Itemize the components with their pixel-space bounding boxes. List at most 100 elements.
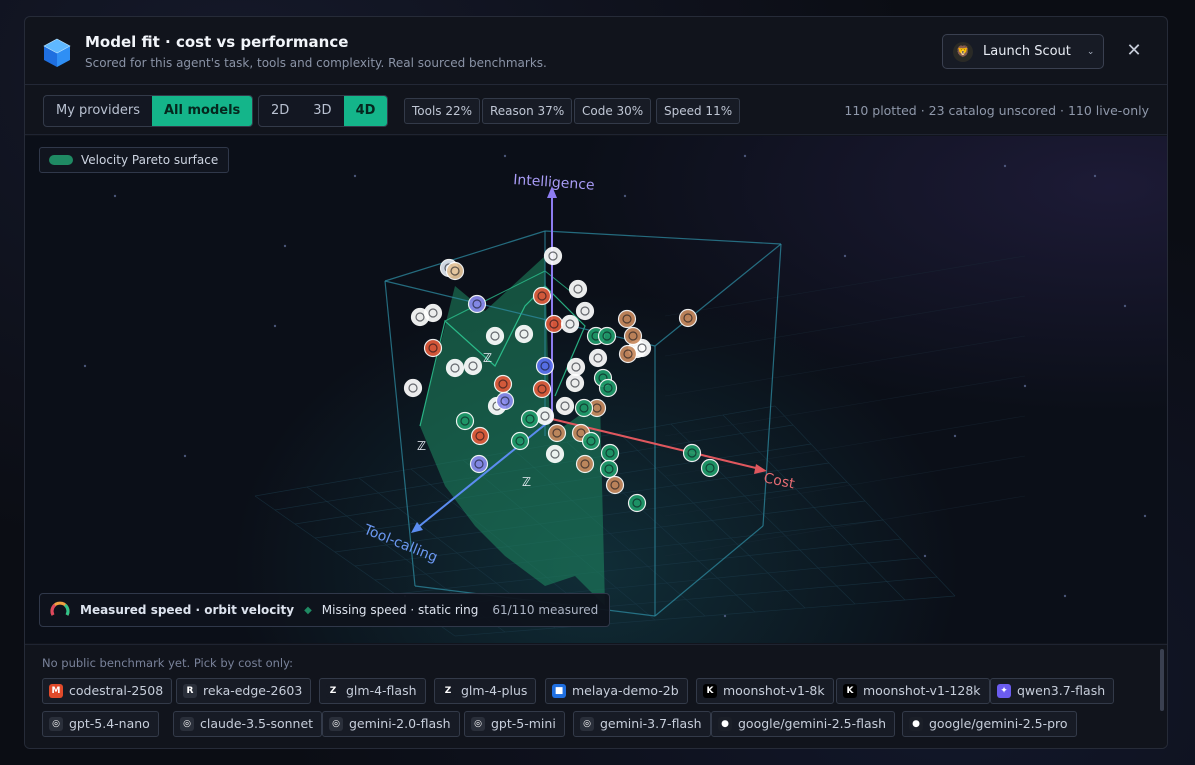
model-marker[interactable] <box>544 314 564 334</box>
model-marker[interactable] <box>623 326 643 346</box>
model-marker[interactable] <box>678 308 698 328</box>
model-marker[interactable] <box>403 378 423 398</box>
unscored-model-pill[interactable]: Zglm-4-flash <box>319 678 426 704</box>
model-marker[interactable] <box>485 326 505 346</box>
model-marker[interactable] <box>598 378 618 398</box>
provider-scope-toggle: My providers All models <box>43 95 254 127</box>
model-marker[interactable] <box>574 398 594 418</box>
model-marker[interactable] <box>565 373 585 393</box>
tab-all-models[interactable]: All models <box>151 96 253 126</box>
unscored-model-pill[interactable]: ◎ gemini-2.0-flash <box>322 711 460 737</box>
weight-chip-code[interactable]: Code 30% <box>574 98 652 124</box>
unscored-model-pill[interactable]: Rreka-edge-2603 <box>176 678 312 704</box>
unscored-model-pill[interactable]: ◎ claude-3.5-sonnet <box>173 711 323 737</box>
model-marker[interactable] <box>423 338 443 358</box>
model-marker[interactable] <box>423 303 443 323</box>
qwen-icon: ✦ <box>997 684 1011 698</box>
unscored-model-pill[interactable]: ■ melaya-demo-2b <box>545 678 688 704</box>
plot-canvas[interactable]: Intelligence Cost Tool-calling ℤ ℤ ℤ <box>25 136 1167 643</box>
model-marker[interactable] <box>682 443 702 463</box>
unscored-model-pill[interactable]: ◎ gemini-3.7-flash <box>573 711 711 737</box>
model-marker[interactable] <box>617 309 637 329</box>
close-icon[interactable]: ✕ <box>1124 39 1144 63</box>
model-marker[interactable] <box>467 294 487 314</box>
model-marker[interactable] <box>445 261 465 281</box>
unscored-model-pill[interactable]: Kmoonshot-v1-128k <box>836 678 990 704</box>
star <box>1023 384 1027 388</box>
marker-disc <box>555 396 575 416</box>
model-marker[interactable] <box>469 454 489 474</box>
marker-disc <box>535 406 555 426</box>
marker-disc <box>617 309 637 329</box>
marker-disc <box>598 378 618 398</box>
model-marker[interactable] <box>560 314 580 334</box>
model-marker[interactable] <box>493 374 513 394</box>
model-marker[interactable] <box>588 348 608 368</box>
model-marker[interactable] <box>700 458 720 478</box>
zhipu-marker[interactable]: ℤ <box>522 475 531 489</box>
model-marker[interactable] <box>495 391 515 411</box>
model-marker[interactable] <box>520 409 540 429</box>
model-marker[interactable] <box>627 493 647 513</box>
marker-disc <box>544 314 564 334</box>
cube-icon: ■ <box>552 684 566 698</box>
openai-icon: ◎ <box>329 717 343 731</box>
model-marker[interactable] <box>514 324 534 344</box>
weight-chip-reason[interactable]: Reason 37% <box>482 98 573 124</box>
unscored-model-pill[interactable]: Kmoonshot-v1-8k <box>696 678 834 704</box>
model-marker[interactable] <box>547 423 567 443</box>
model-marker[interactable] <box>575 301 595 321</box>
unscored-model-name: gpt-5-mini <box>491 716 556 731</box>
model-marker[interactable] <box>568 279 588 299</box>
marker-disc <box>470 426 490 446</box>
model-marker[interactable] <box>532 286 552 306</box>
moonshot-icon: K <box>843 684 857 698</box>
model-marker[interactable] <box>597 326 617 346</box>
weight-chip-tools[interactable]: Tools 22% <box>404 98 481 124</box>
unscored-model-pill[interactable]: Mcodestral-2508 <box>42 678 173 704</box>
marker-disc <box>535 356 555 376</box>
unscored-model-pill[interactable]: ● google/gemini-2.5-pro <box>902 711 1077 737</box>
star <box>743 154 747 158</box>
model-marker[interactable] <box>463 356 483 376</box>
zhipu-marker[interactable]: ℤ <box>483 351 492 365</box>
model-plot-4d[interactable]: Intelligence Cost Tool-calling ℤ ℤ ℤ Velocit… <box>25 136 1167 643</box>
unscored-model-pill[interactable]: ◎ gpt-5-mini <box>464 711 565 737</box>
marker-disc <box>623 326 643 346</box>
marker-disc <box>532 286 552 306</box>
zhipu-marker[interactable]: ℤ <box>417 439 426 453</box>
model-marker[interactable] <box>455 411 475 431</box>
model-marker[interactable] <box>445 358 465 378</box>
grid-line <box>394 538 902 595</box>
tab-my-providers[interactable]: My providers <box>44 96 152 126</box>
model-marker[interactable] <box>510 431 530 451</box>
launch-scout-button[interactable]: 🦁 Launch Scout ⌄ <box>942 34 1104 69</box>
model-marker[interactable] <box>555 396 575 416</box>
unscored-model-pill[interactable]: ✦ qwen3.7-flash <box>990 678 1115 704</box>
model-marker[interactable] <box>470 426 490 446</box>
unscored-note: No public benchmark yet. Pick by cost on… <box>42 656 293 670</box>
unscored-model-pill[interactable]: ◎ gpt-5.4-nano <box>42 711 159 737</box>
marker-disc <box>532 379 552 399</box>
model-marker[interactable] <box>543 246 563 266</box>
model-marker[interactable] <box>535 406 555 426</box>
tab-4d[interactable]: 4D <box>343 96 388 126</box>
model-marker[interactable] <box>575 454 595 474</box>
tab-2d[interactable]: 2D <box>259 96 301 126</box>
tab-3d[interactable]: 3D <box>301 96 343 126</box>
model-marker[interactable] <box>535 356 555 376</box>
marker-disc <box>678 308 698 328</box>
model-marker[interactable] <box>600 443 620 463</box>
model-marker[interactable] <box>532 379 552 399</box>
model-marker[interactable] <box>605 475 625 495</box>
weight-chip-speed[interactable]: Speed 11% <box>656 98 741 124</box>
unscored-model-pill[interactable]: ● google/gemini-2.5-flash <box>711 711 896 737</box>
scrollbar[interactable] <box>1160 649 1164 711</box>
model-marker[interactable] <box>545 444 565 464</box>
unscored-model-pill[interactable]: Zglm-4-plus <box>434 678 537 704</box>
model-marker[interactable] <box>566 357 586 377</box>
model-marker[interactable] <box>599 459 619 479</box>
unscored-model-name: codestral-2508 <box>69 683 164 698</box>
model-marker[interactable] <box>581 431 601 451</box>
model-marker[interactable] <box>618 344 638 364</box>
